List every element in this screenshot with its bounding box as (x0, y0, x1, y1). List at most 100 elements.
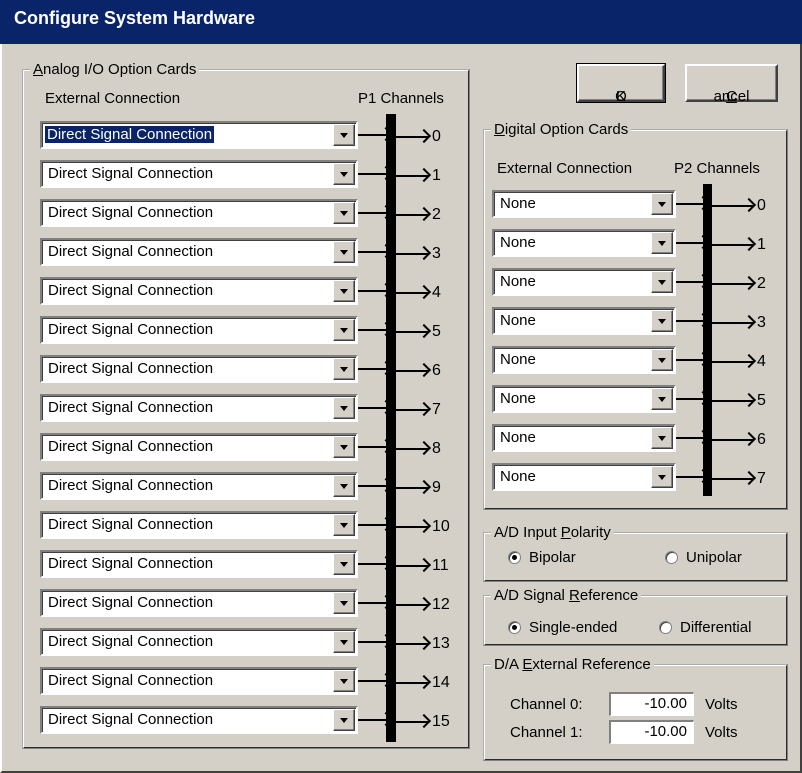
analog-connection-select-5[interactable]: Direct Signal Connection (40, 316, 358, 344)
analog-connection-select-9[interactable]: Direct Signal Connection (40, 472, 358, 500)
arrow-right-icon (707, 322, 753, 324)
dropdown-button[interactable] (651, 310, 673, 332)
chevron-down-icon (340, 250, 348, 255)
analog-channel-number: 4 (432, 284, 441, 301)
bipolar-radio[interactable]: Bipolar (508, 549, 576, 566)
cancel-button[interactable]: Cancel (685, 64, 778, 105)
digital-connector-line (676, 476, 707, 478)
analog-channel-number: 12 (432, 596, 450, 613)
digital-channel-number: 5 (757, 392, 766, 409)
dropdown-button[interactable] (333, 280, 355, 302)
da-reference-legend: D/A External Reference (494, 656, 651, 673)
analog-connection-select-10[interactable]: Direct Signal Connection (40, 511, 358, 539)
dropdown-button[interactable] (333, 163, 355, 185)
dropdown-button[interactable] (333, 553, 355, 575)
dropdown-button[interactable] (651, 427, 673, 449)
arrow-right-icon (390, 253, 428, 255)
dropdown-button[interactable] (333, 319, 355, 341)
dropdown-button[interactable] (333, 241, 355, 263)
chevron-down-icon (658, 202, 666, 207)
dropdown-button[interactable] (333, 670, 355, 692)
dropdown-button[interactable] (333, 631, 355, 653)
single-ended-radio[interactable]: Single-ended (508, 619, 617, 636)
digital-connector-line (676, 359, 707, 361)
analog-connector-line (358, 329, 390, 331)
arrow-right-icon (390, 682, 428, 684)
arrow-right-icon (707, 205, 753, 207)
arrow-right-icon (390, 370, 428, 372)
digital-connection-select-2[interactable]: None (492, 268, 676, 296)
ok-button[interactable]: OK (576, 63, 666, 105)
analog-connection-select-8[interactable]: Direct Signal Connection (40, 433, 358, 461)
chevron-down-icon (658, 436, 666, 441)
analog-connection-select-13[interactable]: Direct Signal Connection (40, 628, 358, 656)
analog-connection-select-3[interactable]: Direct Signal Connection (40, 238, 358, 266)
arrow-right-icon (707, 400, 753, 402)
dropdown-button[interactable] (651, 271, 673, 293)
dropdown-button[interactable] (651, 388, 673, 410)
digital-connection-select-0[interactable]: None (492, 190, 676, 218)
analog-connection-value: Direct Signal Connection (48, 555, 214, 572)
analog-connection-select-2[interactable]: Direct Signal Connection (40, 199, 358, 227)
analog-connector-line (358, 485, 390, 487)
digital-connection-select-4[interactable]: None (492, 346, 676, 374)
arrow-right-icon (390, 721, 428, 723)
channel-0-voltage-input[interactable]: -10.00 (609, 692, 694, 716)
analog-connection-select-0[interactable]: Direct Signal Connection (40, 121, 358, 149)
analog-connection-value: Direct Signal Connection (48, 204, 214, 221)
arrow-right-icon (390, 643, 428, 645)
analog-channel-number: 0 (432, 128, 441, 145)
dropdown-button[interactable] (333, 592, 355, 614)
analog-connector-line (358, 524, 390, 526)
dropdown-button[interactable] (333, 202, 355, 224)
differential-radio[interactable]: Differential (659, 619, 751, 636)
analog-connection-select-4[interactable]: Direct Signal Connection (40, 277, 358, 305)
digital-connector-line (676, 437, 707, 439)
dropdown-button[interactable] (333, 358, 355, 380)
chevron-down-icon (658, 358, 666, 363)
dropdown-button[interactable] (333, 709, 355, 731)
dropdown-button[interactable] (333, 436, 355, 458)
dropdown-button[interactable] (651, 232, 673, 254)
unipolar-radio[interactable]: Unipolar (665, 549, 742, 566)
analog-connection-select-1[interactable]: Direct Signal Connection (40, 160, 358, 188)
chevron-down-icon (340, 367, 348, 372)
dropdown-button[interactable] (651, 193, 673, 215)
dropdown-button[interactable] (333, 397, 355, 419)
analog-connector-line (358, 446, 390, 448)
chevron-down-icon (340, 523, 348, 528)
digital-connector-line (676, 398, 707, 400)
arrow-right-icon (390, 409, 428, 411)
digital-connection-select-1[interactable]: None (492, 229, 676, 257)
analog-connection-select-7[interactable]: Direct Signal Connection (40, 394, 358, 422)
digital-connection-select-7[interactable]: None (492, 463, 676, 491)
arrow-right-icon (390, 175, 428, 177)
analog-connection-select-15[interactable]: Direct Signal Connection (40, 706, 358, 734)
chevron-down-icon (340, 133, 348, 138)
title-bar[interactable]: Configure System Hardware (0, 0, 802, 44)
dropdown-button[interactable] (651, 349, 673, 371)
analog-connection-select-6[interactable]: Direct Signal Connection (40, 355, 358, 383)
digital-channel-number: 3 (757, 314, 766, 331)
arrow-right-icon (390, 331, 428, 333)
digital-channel-number: 4 (757, 353, 766, 370)
arrow-right-icon (707, 439, 753, 441)
analog-connector-line (358, 719, 390, 721)
analog-connection-select-11[interactable]: Direct Signal Connection (40, 550, 358, 578)
analog-connection-select-12[interactable]: Direct Signal Connection (40, 589, 358, 617)
dropdown-button[interactable] (333, 124, 355, 146)
channel-1-voltage-input[interactable]: -10.00 (609, 720, 694, 744)
analog-connection-select-14[interactable]: Direct Signal Connection (40, 667, 358, 695)
chevron-down-icon (340, 445, 348, 450)
analog-connection-value: Direct Signal Connection (48, 360, 214, 377)
arrow-right-icon (390, 448, 428, 450)
digital-connection-select-6[interactable]: None (492, 424, 676, 452)
dropdown-button[interactable] (651, 466, 673, 488)
chevron-down-icon (340, 484, 348, 489)
dropdown-button[interactable] (333, 475, 355, 497)
arrow-right-icon (707, 361, 753, 363)
arrow-right-icon (390, 136, 428, 138)
digital-connection-select-5[interactable]: None (492, 385, 676, 413)
digital-connection-select-3[interactable]: None (492, 307, 676, 335)
dropdown-button[interactable] (333, 514, 355, 536)
